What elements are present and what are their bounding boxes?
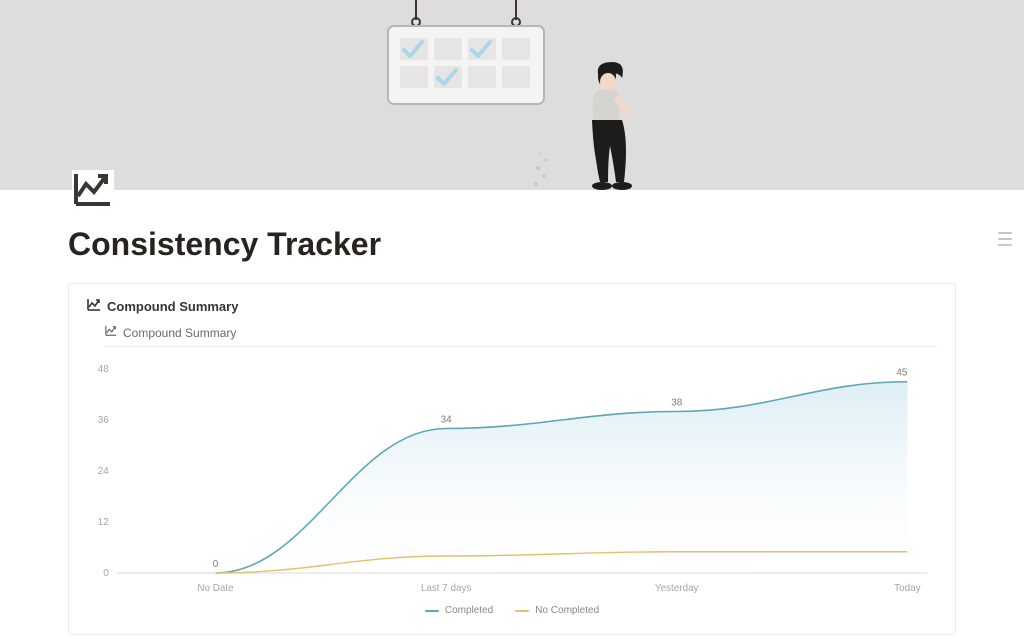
svg-text:48: 48 — [98, 364, 109, 375]
area-chart: 0 12 24 36 48 No Date Last 7 days Yesterday Toda… — [87, 353, 937, 601]
svg-text:45: 45 — [896, 368, 907, 379]
legend-completed[interactable]: Completed — [425, 605, 493, 616]
svg-text:Last 7 days: Last 7 days — [421, 583, 472, 594]
legend-no-completed-label: No Completed — [535, 605, 599, 616]
page-menu-button[interactable] — [998, 232, 1012, 250]
bubbles-decor — [530, 150, 554, 195]
chart-line-icon — [87, 298, 101, 315]
svg-text:38: 38 — [671, 397, 682, 408]
page-icon[interactable] — [72, 170, 114, 212]
legend-completed-label: Completed — [445, 605, 493, 616]
person-illustration — [570, 60, 650, 199]
svg-text:Today: Today — [894, 583, 920, 594]
chart-legend: Completed No Completed — [87, 605, 937, 616]
card-tab[interactable]: Compound Summary — [105, 325, 937, 347]
card-tab-label: Compound Summary — [123, 326, 236, 340]
svg-text:34: 34 — [441, 414, 452, 425]
svg-text:No Date: No Date — [197, 583, 234, 594]
page-title[interactable]: Consistency Tracker — [68, 226, 956, 263]
svg-text:0: 0 — [103, 568, 109, 579]
card-header-label: Compound Summary — [107, 299, 238, 314]
hero-banner — [0, 0, 1024, 190]
legend-no-completed[interactable]: No Completed — [515, 605, 599, 616]
svg-text:36: 36 — [98, 415, 109, 426]
calendar-illustration — [386, 0, 546, 111]
chart-line-icon — [105, 325, 117, 340]
svg-text:24: 24 — [98, 466, 109, 477]
svg-text:Yesterday: Yesterday — [655, 583, 699, 594]
card-header[interactable]: Compound Summary — [87, 298, 937, 315]
svg-text:12: 12 — [98, 517, 109, 528]
svg-text:0: 0 — [213, 559, 219, 570]
compound-summary-card: Compound Summary Compound Summary 0 12 24 3… — [68, 283, 956, 635]
